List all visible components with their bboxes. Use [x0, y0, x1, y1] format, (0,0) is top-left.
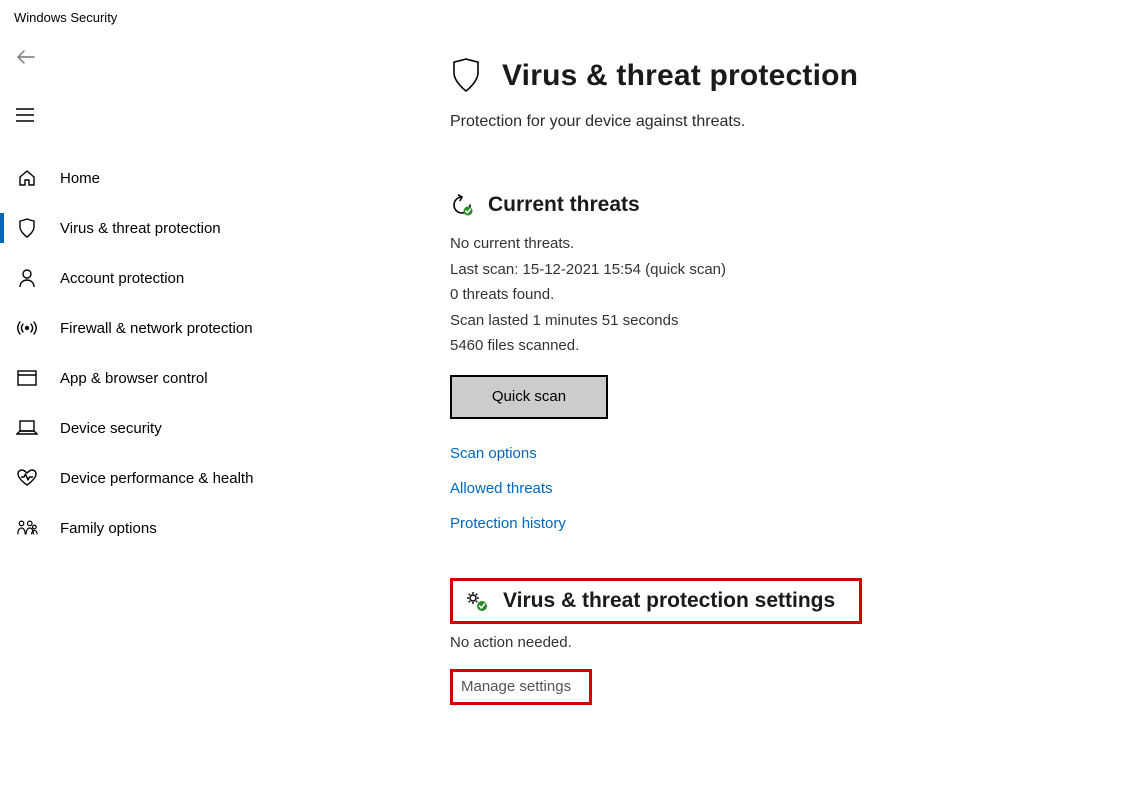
settings-heading: Virus & threat protection settings: [503, 589, 835, 613]
sidebar-item-label: App & browser control: [60, 370, 208, 387]
protection-history-link[interactable]: Protection history: [450, 515, 1124, 532]
allowed-threats-link[interactable]: Allowed threats: [450, 480, 1124, 497]
page-heading: Virus & threat protection: [502, 59, 858, 93]
files-scanned-line: 5460 files scanned.: [450, 333, 1124, 359]
last-scan-line: Last scan: 15-12-2021 15:54 (quick scan): [450, 257, 1124, 283]
sidebar-item-label: Virus & threat protection: [60, 220, 221, 237]
quick-scan-button[interactable]: Quick scan: [450, 375, 608, 419]
menu-button[interactable]: [0, 95, 44, 135]
scan-options-link[interactable]: Scan options: [450, 445, 1124, 462]
sidebar-item-family[interactable]: Family options: [0, 503, 320, 553]
sidebar-item-device-security[interactable]: Device security: [0, 403, 320, 453]
refresh-check-icon: [450, 193, 474, 217]
shield-icon: [16, 217, 38, 239]
person-icon: [16, 267, 38, 289]
back-button[interactable]: [0, 37, 44, 77]
home-icon: [16, 167, 38, 189]
highlight-box-settings-heading: Virus & threat protection settings: [450, 578, 862, 624]
laptop-icon: [16, 417, 38, 439]
quick-scan-label: Quick scan: [492, 388, 566, 405]
highlight-box-manage-settings: Manage settings: [450, 669, 592, 705]
sidebar-item-label: Device performance & health: [60, 470, 253, 487]
shield-icon: [450, 57, 484, 95]
settings-subheading: No action needed.: [450, 634, 1124, 651]
settings-section: Virus & threat protection settings No ac…: [450, 578, 1124, 705]
heart-icon: [16, 467, 38, 489]
sidebar: Home Virus & threat protection Account p…: [0, 29, 320, 802]
sidebar-item-firewall[interactable]: Firewall & network protection: [0, 303, 320, 353]
sidebar-item-home[interactable]: Home: [0, 153, 320, 203]
threats-found-line: 0 threats found.: [450, 282, 1124, 308]
page-subheading: Protection for your device against threa…: [450, 113, 1124, 131]
main-content: Virus & threat protection Protection for…: [320, 29, 1124, 802]
hamburger-icon: [16, 108, 34, 122]
antenna-icon: [16, 317, 38, 339]
sidebar-item-app-browser[interactable]: App & browser control: [0, 353, 320, 403]
sidebar-item-performance[interactable]: Device performance & health: [0, 453, 320, 503]
manage-settings-link[interactable]: Manage settings: [461, 678, 571, 695]
no-threats-line: No current threats.: [450, 231, 1124, 257]
sidebar-item-label: Home: [60, 170, 100, 187]
sidebar-item-label: Device security: [60, 420, 162, 437]
sidebar-item-label: Firewall & network protection: [60, 320, 253, 337]
gear-check-icon: [465, 590, 489, 612]
family-icon: [16, 517, 38, 539]
sidebar-item-label: Family options: [60, 520, 157, 537]
current-threats-section: Current threats No current threats. Last…: [450, 193, 1124, 532]
sidebar-item-virus-threat[interactable]: Virus & threat protection: [0, 203, 320, 253]
window-title: Windows Security: [0, 0, 1124, 29]
window-icon: [16, 367, 38, 389]
sidebar-item-label: Account protection: [60, 270, 184, 287]
scan-duration-line: Scan lasted 1 minutes 51 seconds: [450, 308, 1124, 334]
sidebar-item-account[interactable]: Account protection: [0, 253, 320, 303]
back-arrow-icon: [16, 50, 36, 64]
current-threats-heading: Current threats: [488, 193, 640, 217]
